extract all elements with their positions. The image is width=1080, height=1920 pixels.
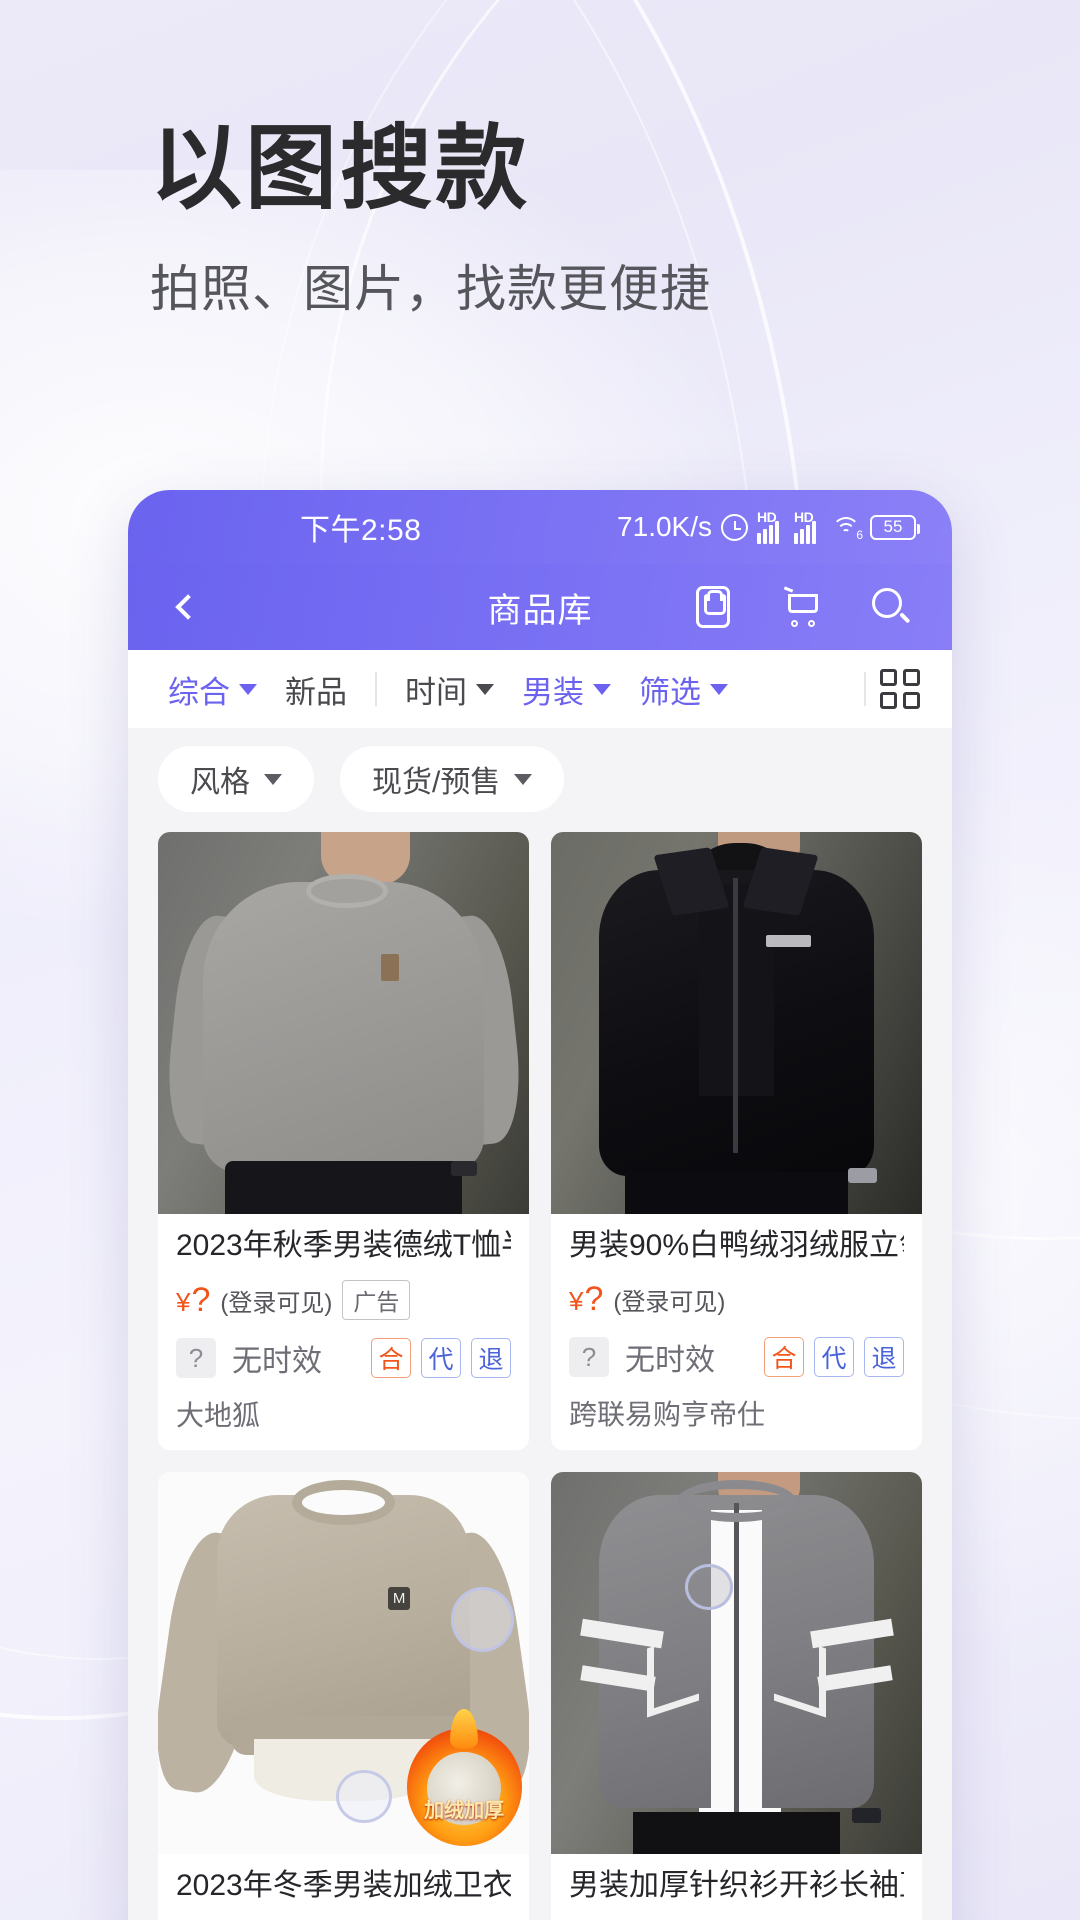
signal-bars-icon-2: HD <box>794 508 822 544</box>
chevron-down-icon <box>476 683 494 695</box>
page-title: 以图搜款 <box>150 118 531 220</box>
hd-label-1: HD <box>757 508 777 525</box>
cart-bar <box>790 594 816 597</box>
cart-handle <box>783 586 794 593</box>
filter-divider-2 <box>864 672 866 706</box>
fleece-thick-flame-badge: 加绒加厚 <box>406 1709 522 1847</box>
chip-style[interactable]: 风格 <box>158 746 314 812</box>
shop-name[interactable]: 跨联易购亨帝仕 <box>569 1393 904 1433</box>
product-title: 2023年冬季男装加绒卫衣圆... <box>176 1869 511 1902</box>
tag-dai: 代 <box>421 1338 461 1378</box>
chevron-down-icon <box>593 683 611 695</box>
filter-label: 男装 <box>522 674 584 710</box>
search-icon <box>872 588 902 618</box>
search-icon-handle <box>899 612 911 624</box>
currency-symbol: ¥ <box>176 1286 191 1317</box>
search-button[interactable] <box>870 586 912 628</box>
alarm-clock-icon <box>721 513 748 541</box>
gray-mock-neck-sweater-photo <box>158 832 529 1214</box>
filter-tab-screen[interactable]: 筛选 <box>625 667 742 712</box>
ad-badge: 广告 <box>342 1280 411 1320</box>
garment-card-icon <box>696 586 730 628</box>
tag-he: 合 <box>371 1338 411 1378</box>
chevron-down-icon <box>264 773 282 785</box>
chevron-down-icon <box>239 683 257 695</box>
filter-tab-time[interactable]: 时间 <box>391 667 508 712</box>
gray-striped-zip-cardigan-photo <box>551 1472 922 1854</box>
price-value: ? <box>584 1280 604 1318</box>
chip-label: 现货/预售 <box>372 766 501 799</box>
product-card[interactable]: 男装90%白鸭绒羽绒服立领... ¥? (登录可见) ? 无时效 合 代 退 <box>551 832 922 1450</box>
product-grid: 2023年秋季男装德绒T恤半... ¥? (登录可见) 广告 ? 无时效 合 代… <box>128 832 952 1920</box>
filter-tab-comprehensive[interactable]: 综合 <box>154 667 271 712</box>
product-card[interactable]: 男装加厚针织衫开衫长袖直... ¥? (登录可见) <box>551 1472 922 1920</box>
beige-fleece-sweatshirt-photo: M 加绒加厚 <box>158 1472 529 1854</box>
cart-wheel-left <box>791 620 798 627</box>
filter-bar: 综合 新品 时间 男装 筛选 <box>128 650 952 728</box>
chip-stock-presale[interactable]: 现货/预售 <box>340 746 565 812</box>
product-image[interactable] <box>551 832 922 1214</box>
shop-name[interactable]: 大地狐 <box>176 1394 511 1434</box>
price-login-note: (登录可见) <box>220 1289 333 1317</box>
chevron-down-icon <box>710 683 728 695</box>
battery-icon: 55 <box>870 514 920 540</box>
tag-dai: 代 <box>814 1337 854 1377</box>
shipping-help-icon[interactable]: ? <box>569 1337 609 1377</box>
product-image[interactable] <box>158 832 529 1214</box>
status-bar: 下午2:58 71.0K/s HD HD 6 55 <box>128 490 952 564</box>
app-header: 商品库 <box>128 564 952 650</box>
product-price: ¥? <box>176 1281 210 1320</box>
shopping-cart-button[interactable] <box>783 586 824 627</box>
product-card[interactable]: 2023年秋季男装德绒T恤半... ¥? (登录可见) 广告 ? 无时效 合 代… <box>158 832 529 1450</box>
filter-label: 时间 <box>405 674 467 710</box>
shipping-time: 无时效 <box>625 1344 715 1377</box>
page-subtitle: 拍照、图片，找款更便捷 <box>150 261 711 318</box>
cart-wheel-right <box>808 620 815 627</box>
filter-label: 综合 <box>168 674 230 710</box>
filter-tab-menswear[interactable]: 男装 <box>508 667 625 712</box>
filter-label: 筛选 <box>639 674 701 710</box>
product-title: 男装加厚针织衫开衫长袖直... <box>569 1869 904 1902</box>
filter-tab-new[interactable]: 新品 <box>271 667 361 712</box>
product-title: 2023年秋季男装德绒T恤半... <box>176 1229 511 1262</box>
product-card[interactable]: M 加绒加厚 2023年冬季男装加绒卫衣圆... ¥? (登录可见) <box>158 1472 529 1920</box>
product-price: ¥? <box>569 1280 603 1319</box>
shipping-help-icon[interactable]: ? <box>176 1338 216 1378</box>
shipping-time: 无时效 <box>232 1345 322 1378</box>
filter-divider-1 <box>375 672 377 706</box>
signal-bars-icon-1: HD <box>757 508 785 544</box>
chip-filter-row: 风格 现货/预售 <box>128 728 952 832</box>
m-logo-patch: M <box>388 1586 411 1610</box>
garment-card-button[interactable] <box>696 586 738 628</box>
chip-label: 风格 <box>190 766 250 799</box>
tag-tui: 退 <box>864 1337 904 1377</box>
product-title: 男装90%白鸭绒羽绒服立领... <box>569 1229 904 1262</box>
status-time: 下午2:58 <box>300 514 422 547</box>
flame-badge-label: 加绒加厚 <box>424 1799 505 1822</box>
price-login-note: (登录可见) <box>613 1289 726 1316</box>
product-tags: 合 代 退 <box>764 1337 904 1377</box>
filter-label: 新品 <box>285 674 347 710</box>
hd-label-2: HD <box>794 508 814 525</box>
network-speed: 71.0K/s <box>617 511 712 542</box>
black-down-jacket-photo <box>551 832 922 1214</box>
phone-mockup: 下午2:58 71.0K/s HD HD 6 55 商品库 综合 新品 时间 男… <box>128 490 952 1920</box>
product-tags: 合 代 退 <box>371 1338 511 1378</box>
currency-symbol: ¥ <box>569 1286 584 1316</box>
tag-tui: 退 <box>471 1338 511 1378</box>
product-image[interactable] <box>551 1472 922 1854</box>
battery-level: 55 <box>883 517 903 536</box>
grid-view-icon[interactable] <box>880 669 920 709</box>
chevron-down-icon <box>514 773 533 785</box>
wifi-icon: 6 <box>831 515 863 542</box>
hero-section: 以图搜款 拍照、图片，找款更便捷 <box>150 118 970 321</box>
wifi-generation-label: 6 <box>856 528 863 542</box>
product-image[interactable]: M 加绒加厚 <box>158 1472 529 1854</box>
price-value: ? <box>191 1280 211 1319</box>
tag-he: 合 <box>764 1337 804 1377</box>
